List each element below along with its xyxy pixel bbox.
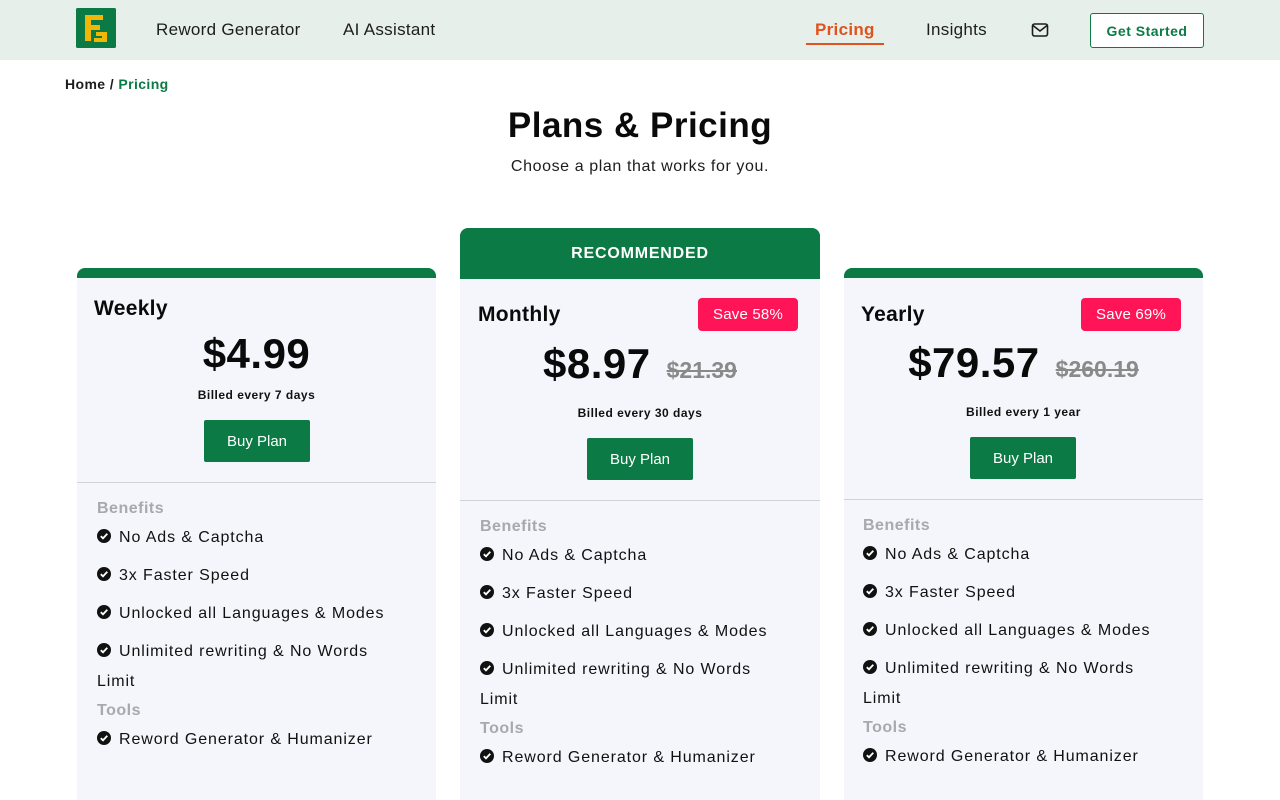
top-navbar: Reword Generator AI Assistant Pricing In… [0, 0, 1280, 60]
original-price: $260.19 [1055, 356, 1139, 382]
buy-plan-button[interactable]: Buy Plan [587, 438, 693, 480]
benefit-label: Unlocked all Languages & Modes [502, 623, 768, 640]
save-badge: Save 58% [698, 298, 798, 331]
check-circle-icon [97, 524, 111, 543]
check-circle-icon [863, 655, 877, 674]
plan-name: Yearly [861, 303, 925, 326]
tool-item: Reword Generator & Humanizer [480, 743, 756, 773]
check-circle-icon [97, 638, 111, 657]
plan-card-weekly: Weekly $4.99 Billed every 7 days Buy Pla… [77, 268, 436, 800]
tools-heading: Tools [97, 702, 141, 719]
tools-heading: Tools [480, 720, 524, 737]
benefit-item: Unlimited rewriting & No Words Limit [863, 654, 1153, 714]
check-circle-icon [97, 726, 111, 745]
check-circle-icon [97, 562, 111, 581]
check-circle-icon [480, 618, 494, 637]
benefit-item: No Ads & Captcha [863, 540, 1030, 570]
breadcrumb-current: Pricing [118, 76, 169, 92]
plan-card-monthly: RECOMMENDED Monthly Save 58% $8.97 $21.39… [460, 228, 820, 800]
benefit-label: 3x Faster Speed [119, 567, 250, 584]
benefits-heading: Benefits [97, 500, 165, 517]
benefit-label: Unlimited rewriting & No Words Limit [863, 660, 1134, 707]
benefit-label: 3x Faster Speed [502, 585, 633, 602]
breadcrumb-home-link[interactable]: Home [65, 76, 106, 92]
benefit-item: No Ads & Captcha [480, 541, 647, 571]
original-price: $21.39 [666, 357, 737, 383]
benefits-heading: Benefits [480, 518, 548, 535]
envelope-icon[interactable] [1031, 22, 1049, 38]
card-divider [844, 499, 1203, 500]
nav-ai-assistant[interactable]: AI Assistant [343, 20, 435, 40]
billing-period: Billed every 1 year [966, 405, 1081, 419]
benefit-item: Unlocked all Languages & Modes [97, 599, 384, 629]
breadcrumb: Home / Pricing [65, 76, 169, 92]
benefit-label: No Ads & Captcha [885, 546, 1031, 563]
plan-price: $79.57 [908, 339, 1040, 386]
plan-name: Weekly [94, 297, 168, 320]
breadcrumb-separator: / [105, 76, 119, 92]
check-circle-icon [863, 743, 877, 762]
tool-label: Reword Generator & Humanizer [502, 749, 756, 766]
buy-plan-button[interactable]: Buy Plan [204, 420, 310, 462]
check-circle-icon [480, 744, 494, 763]
nav-pricing[interactable]: Pricing [815, 20, 875, 40]
check-circle-icon [863, 579, 877, 598]
check-circle-icon [480, 542, 494, 561]
benefit-item: Unlocked all Languages & Modes [480, 617, 767, 647]
get-started-button[interactable]: Get Started [1090, 13, 1204, 48]
nav-reword-generator[interactable]: Reword Generator [156, 20, 301, 40]
benefit-label: 3x Faster Speed [885, 584, 1016, 601]
check-circle-icon [863, 617, 877, 636]
benefits-heading: Benefits [863, 517, 931, 534]
benefit-item: 3x Faster Speed [863, 578, 1016, 608]
card-accent-bar [77, 268, 436, 278]
page-title: Plans & Pricing [507, 106, 773, 145]
benefit-item: Unlimited rewriting & No Words Limit [97, 637, 387, 697]
benefit-label: No Ads & Captcha [502, 547, 648, 564]
buy-plan-button[interactable]: Buy Plan [970, 437, 1076, 479]
tool-item: Reword Generator & Humanizer [863, 742, 1139, 772]
recommended-banner: RECOMMENDED [460, 228, 820, 279]
brand-logo-icon[interactable] [76, 8, 116, 48]
price-row: $8.97 $21.39 [460, 340, 820, 388]
tool-label: Reword Generator & Humanizer [885, 748, 1139, 765]
benefit-label: Unlocked all Languages & Modes [885, 622, 1151, 639]
benefit-label: Unlocked all Languages & Modes [119, 605, 385, 622]
card-divider [77, 482, 436, 483]
tool-label: Reword Generator & Humanizer [119, 731, 373, 748]
tool-item: Reword Generator & Humanizer [97, 725, 373, 755]
check-circle-icon [480, 580, 494, 599]
benefit-item: 3x Faster Speed [97, 561, 250, 591]
plan-price: $8.97 [543, 340, 651, 387]
card-divider [460, 500, 820, 501]
page-subtitle: Choose a plan that works for you. [510, 158, 770, 175]
price-row: $79.57 $260.19 [844, 339, 1203, 387]
price-row: $4.99 [77, 330, 436, 378]
billing-period: Billed every 30 days [577, 406, 703, 420]
benefit-item: Unlimited rewriting & No Words Limit [480, 655, 770, 715]
check-circle-icon [863, 541, 877, 560]
billing-period: Billed every 7 days [197, 388, 316, 402]
nav-insights[interactable]: Insights [926, 20, 987, 40]
plan-name: Monthly [478, 303, 561, 326]
benefit-item: No Ads & Captcha [97, 523, 264, 553]
benefit-label: Unlimited rewriting & No Words Limit [97, 643, 368, 690]
benefit-item: Unlocked all Languages & Modes [863, 616, 1150, 646]
plan-card-yearly: Yearly Save 69% $79.57 $260.19 Billed eve… [844, 268, 1203, 800]
benefit-label: No Ads & Captcha [119, 529, 265, 546]
check-circle-icon [480, 656, 494, 675]
card-accent-bar [844, 268, 1203, 278]
save-badge: Save 69% [1081, 298, 1181, 331]
nav-active-indicator [806, 43, 884, 45]
tools-heading: Tools [863, 719, 907, 736]
benefit-label: Unlimited rewriting & No Words Limit [480, 661, 751, 708]
plan-price: $4.99 [202, 330, 311, 377]
check-circle-icon [97, 600, 111, 619]
benefit-item: 3x Faster Speed [480, 579, 633, 609]
